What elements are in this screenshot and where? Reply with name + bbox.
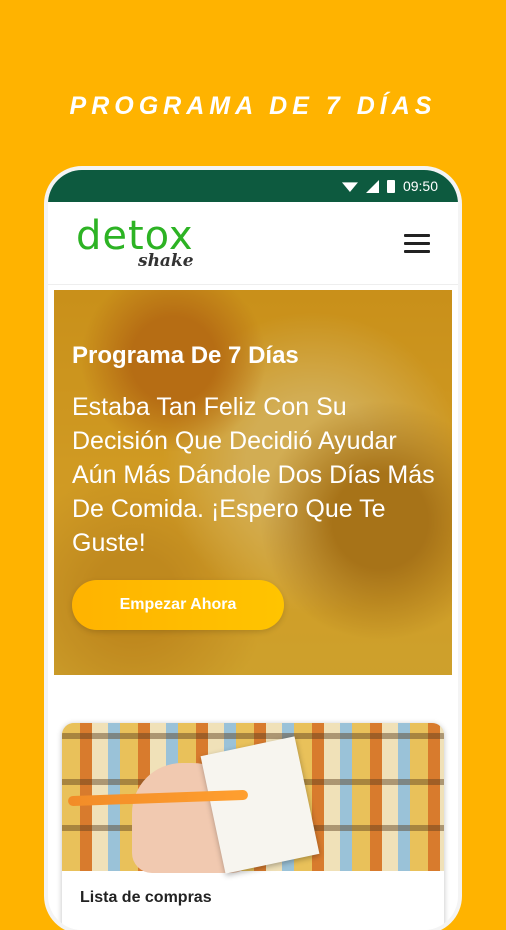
logo-sub-text: shake <box>138 251 194 271</box>
hero-text: Estaba Tan Feliz Con Su Decisión Que Dec… <box>72 393 435 557</box>
app-logo[interactable]: detox shake <box>76 213 196 273</box>
card-title: Lista de compras <box>80 889 212 906</box>
signal-icon <box>365 179 379 193</box>
hero-content: Programa De 7 Días Estaba Tan Feliz Con … <box>72 342 436 560</box>
battery-icon <box>386 179 395 193</box>
app-header: detox shake <box>48 202 458 285</box>
hero-title: Programa De 7 Días <box>72 342 299 369</box>
start-now-button[interactable]: Empezar Ahora <box>72 580 284 630</box>
wifi-icon <box>341 182 358 192</box>
shopping-list-image <box>62 723 444 874</box>
status-bar: 09:50 <box>48 170 458 202</box>
menu-icon[interactable] <box>404 233 430 253</box>
promo-title: PROGRAMA DE 7 DÍAS <box>69 92 437 120</box>
phone-frame: 09:50 detox shake Programa De 7 Días Est… <box>48 170 458 930</box>
shopping-list-card[interactable]: Lista de compras <box>62 723 444 930</box>
status-time: 09:50 <box>402 178 438 194</box>
hero-banner: Programa De 7 Días Estaba Tan Feliz Con … <box>54 290 452 675</box>
